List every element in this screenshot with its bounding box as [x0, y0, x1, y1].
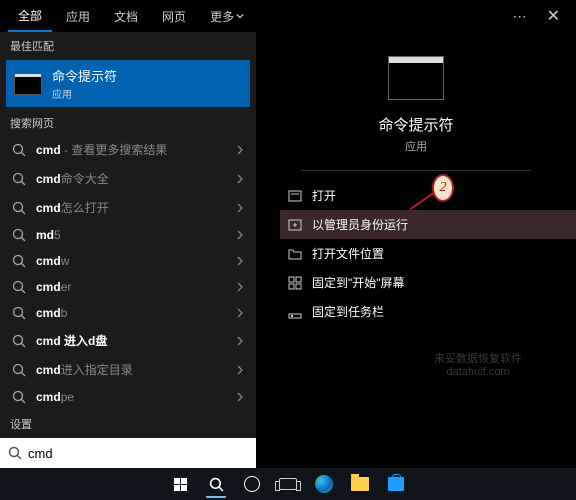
tab-more-label: 更多 [210, 8, 234, 25]
search-icon [12, 143, 26, 157]
action-open-location[interactable]: 打开文件位置 [280, 239, 576, 268]
web-result-text: cmdpe [36, 390, 74, 404]
task-view-button[interactable] [274, 470, 302, 498]
web-result-item[interactable]: cmd怎么打开 [0, 193, 256, 222]
web-result-item[interactable]: cmd - 查看更多搜索结果 [0, 135, 256, 164]
taskbar [0, 468, 576, 500]
web-result-text: cmd - 查看更多搜索结果 [36, 141, 167, 158]
best-match-subtitle: 应用 [52, 86, 117, 101]
filter-tabs: 全部 应用 文档 网页 更多 ⋯ ✕ [0, 0, 576, 32]
cortana-icon [244, 476, 260, 492]
chevron-right-icon [236, 392, 244, 402]
web-result-item[interactable]: cmd 进入d盘 [0, 326, 256, 355]
search-box[interactable] [0, 438, 256, 468]
chevron-right-icon [236, 203, 244, 213]
search-icon [12, 280, 26, 294]
task-view-icon [279, 478, 297, 490]
web-result-item[interactable]: cmd进入指定目录 [0, 355, 256, 384]
action-location-label: 打开文件位置 [312, 245, 384, 262]
web-result-text: md5 [36, 228, 61, 242]
search-icon [12, 172, 26, 186]
chevron-right-icon [236, 174, 244, 184]
search-icon [12, 363, 26, 377]
taskbar-explorer[interactable] [346, 470, 374, 498]
chevron-right-icon [236, 336, 244, 346]
tab-web[interactable]: 网页 [152, 2, 196, 31]
folder-icon [351, 477, 369, 491]
best-match-title: 命令提示符 [52, 66, 117, 85]
store-icon [388, 477, 404, 491]
tab-all[interactable]: 全部 [8, 1, 52, 32]
web-result-text: cmd怎么打开 [36, 199, 109, 216]
action-pin-start-label: 固定到"开始"屏幕 [312, 274, 405, 291]
action-pin-taskbar[interactable]: 固定到任务栏 [280, 297, 576, 326]
tab-apps[interactable]: 应用 [56, 2, 100, 31]
web-result-item[interactable]: cmder [0, 274, 256, 300]
web-result-text: cmdw [36, 254, 69, 268]
windows-icon [174, 478, 187, 491]
app-title: 命令提示符 [378, 114, 453, 135]
taskbar-store[interactable] [382, 470, 410, 498]
web-result-item[interactable]: cmdb [0, 300, 256, 326]
chevron-right-icon [236, 256, 244, 266]
web-result-text: cmdb [36, 306, 67, 320]
results-panel: 最佳匹配 命令提示符 应用 搜索网页 cmd - 查看更多搜索结果 cmd命令大… [0, 32, 256, 468]
search-icon [12, 201, 26, 215]
section-search-web: 搜索网页 [0, 109, 256, 135]
search-icon [12, 390, 26, 404]
search-icon [8, 446, 22, 460]
chevron-right-icon [236, 308, 244, 318]
chevron-right-icon [236, 145, 244, 155]
preview-panel: 命令提示符 应用 打开 以管理员身份运行 打开文件位置 固定到"开始"屏幕 [256, 32, 576, 468]
action-pin-start[interactable]: 固定到"开始"屏幕 [280, 268, 576, 297]
admin-icon [288, 218, 302, 232]
search-icon [12, 228, 26, 242]
divider [301, 170, 531, 171]
cmd-icon [14, 73, 42, 95]
best-match-item[interactable]: 命令提示符 应用 [6, 60, 250, 107]
search-icon [12, 334, 26, 348]
web-result-item[interactable]: cmd命令大全 [0, 164, 256, 193]
web-result-text: cmd进入指定目录 [36, 361, 133, 378]
app-subtitle: 应用 [405, 138, 427, 154]
web-result-item[interactable]: cmdw [0, 248, 256, 274]
web-result-item[interactable]: cmdpe [0, 384, 256, 410]
edge-icon [315, 475, 333, 493]
chevron-down-icon [236, 12, 244, 20]
chevron-right-icon [236, 230, 244, 240]
taskbar-search[interactable] [202, 470, 230, 498]
action-run-admin[interactable]: 以管理员身份运行 [280, 210, 576, 239]
section-best-match: 最佳匹配 [0, 32, 256, 58]
folder-location-icon [288, 247, 302, 261]
tab-docs[interactable]: 文档 [104, 2, 148, 31]
close-button[interactable]: ✕ [539, 2, 568, 30]
app-icon [388, 56, 444, 100]
more-options-button[interactable]: ⋯ [505, 4, 535, 29]
search-icon [12, 254, 26, 268]
section-settings: 设置 [0, 410, 256, 436]
chevron-right-icon [236, 365, 244, 375]
cortana-button[interactable] [238, 470, 266, 498]
pin-start-icon [288, 276, 302, 290]
action-admin-label: 以管理员身份运行 [312, 216, 408, 233]
action-open-label: 打开 [312, 187, 336, 204]
open-icon [288, 189, 302, 203]
search-icon [12, 306, 26, 320]
web-result-text: cmd命令大全 [36, 170, 109, 187]
web-result-text: cmder [36, 280, 71, 294]
search-input[interactable] [28, 446, 248, 461]
action-pin-taskbar-label: 固定到任务栏 [312, 303, 384, 320]
pin-taskbar-icon [288, 305, 302, 319]
tab-more[interactable]: 更多 [200, 2, 254, 31]
start-button[interactable] [166, 470, 194, 498]
action-open[interactable]: 打开 [280, 181, 576, 210]
chevron-right-icon [236, 282, 244, 292]
web-result-item[interactable]: md5 [0, 222, 256, 248]
web-result-text: cmd 进入d盘 [36, 332, 107, 349]
search-icon [209, 477, 224, 492]
taskbar-edge[interactable] [310, 470, 338, 498]
